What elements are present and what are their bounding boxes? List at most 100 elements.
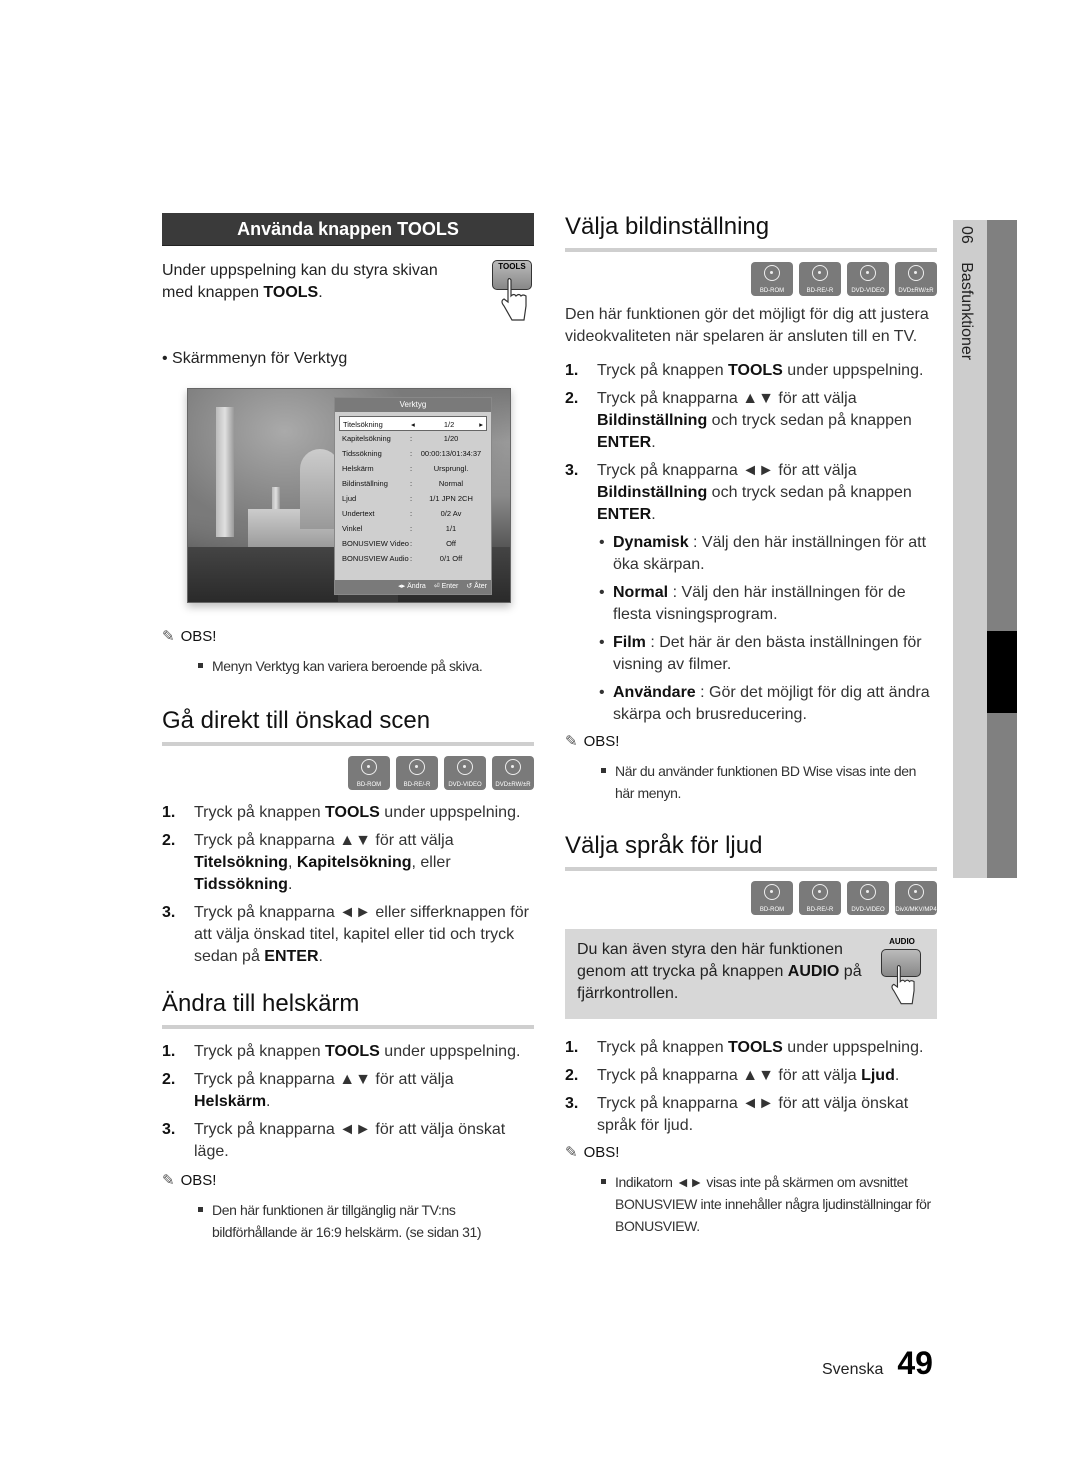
- pencil-icon: ✎: [565, 1144, 578, 1161]
- tools-menu-title: Verktyg: [335, 398, 491, 412]
- audio-info-box: Du kan även styra den här funktionen gen…: [565, 929, 937, 1019]
- disc-type-label: BD-RE/-R: [806, 288, 834, 294]
- menu-row-sep: ◂: [411, 420, 415, 429]
- menu-row-value: Normal: [438, 479, 464, 488]
- picture-option: Film : Det här är den bästa inställninge…: [597, 632, 937, 676]
- menu-row-sep: :: [410, 554, 413, 563]
- tools-menu-row: Kapitelsökning: 1/20: [339, 431, 487, 446]
- tools-menu-row: Vinkel: 1/1: [339, 521, 487, 536]
- step-text: Tryck på knapparna ◄► eller sifferknappe…: [194, 904, 529, 965]
- step-item: 1. Tryck på knappen TOOLS under uppspelni…: [565, 360, 937, 382]
- step-text: Tryck på knapparna ▲▼ för att välja Tite…: [194, 832, 454, 893]
- disc-type-icon: BD-ROM: [751, 262, 793, 296]
- menu-row-sep: :: [410, 539, 413, 548]
- disc-type-icon: BD-RE/-R: [799, 262, 841, 296]
- tools-intro-text: Under uppspelning kan du styra skivan me…: [162, 262, 438, 301]
- step-text: Tryck på knappen TOOLS under uppspelning…: [597, 362, 924, 379]
- footer-language: Svenska: [822, 1361, 884, 1378]
- tools-screen-image: Verktyg Titelsökning ◂ 1/2 ▸ Kapitelsökning:…: [187, 388, 511, 603]
- scene-section-title: Gå direkt till önskad scen: [162, 707, 534, 746]
- scene-steps: 1. Tryck på knappen TOOLS under uppspelni…: [162, 802, 534, 968]
- disc-type-label: BD-RE/-R: [806, 907, 834, 913]
- step-number: 3.: [162, 1121, 176, 1138]
- menu-row-key: Titelsökning: [343, 420, 383, 429]
- step-number: 1.: [565, 1039, 579, 1056]
- step-text: Tryck på knapparna ▲▼ för att välja Hels…: [194, 1071, 454, 1110]
- disc-type-icon: BD-RE/-R: [396, 756, 438, 790]
- tools-menu-row: Helskärm: Ursprungl.: [339, 461, 487, 476]
- step-text: Tryck på knappen TOOLS under uppspelning…: [597, 1039, 924, 1056]
- fullscreen-steps: 1. Tryck på knappen TOOLS under uppspelni…: [162, 1041, 534, 1163]
- menu-row-value: 1/20: [443, 434, 459, 443]
- hand-pointer-icon: [501, 278, 527, 321]
- tools-menu-footer: ◂▸ Ändra ⏎ Enter ↺ Åter: [335, 580, 491, 594]
- disc-icon: [764, 884, 780, 900]
- step-text: Tryck på knappen TOOLS under uppspelning…: [194, 1043, 521, 1060]
- picture-option: Användare : Gör det möjligt för dig att …: [597, 682, 937, 726]
- step-number: 3.: [162, 904, 176, 921]
- menu-row-key: BONUSVIEW Video: [342, 539, 409, 548]
- minaret: [216, 407, 234, 537]
- chapter-number: 06: [958, 226, 975, 244]
- picture-obs-note: När du använder funktionen BD Wise visas…: [601, 760, 937, 804]
- menu-row-sep: :: [410, 524, 413, 533]
- step-number: 3.: [565, 1095, 579, 1112]
- menu-row-value: 0/2 Av: [440, 509, 462, 518]
- picture-option: Normal : Välj den här inställningen för …: [597, 582, 937, 626]
- disc-type-label: DVD±RW/±R: [898, 288, 934, 294]
- scene-disc-icons: BD-ROM BD-RE/-R DVD-VIDEO DVD±RW/±R: [162, 756, 534, 790]
- tools-menu-row: Titelsökning ◂ 1/2 ▸: [339, 416, 487, 431]
- disc-type-label: DVD±RW/±R: [495, 782, 531, 788]
- tools-bullet: Skärmmenyn för Verktyg: [162, 350, 534, 368]
- chapter-position-marker: [987, 631, 1017, 713]
- disc-icon: [812, 884, 828, 900]
- menu-row-value: 1/1 JPN 2CH: [429, 494, 473, 503]
- tools-obs-heading: ✎ OBS!: [162, 627, 217, 646]
- step-item: 1. Tryck på knappen TOOLS under uppspelni…: [162, 802, 534, 824]
- step-item: 1. Tryck på knappen TOOLS under uppspelni…: [162, 1041, 534, 1063]
- fullscreen-section-title: Ändra till helskärm: [162, 990, 534, 1029]
- pencil-icon: ✎: [162, 628, 175, 645]
- menu-row-arrow: ▸: [479, 420, 483, 429]
- menu-row-value: Ursprungl.: [433, 464, 469, 473]
- step-number: 3.: [565, 462, 579, 479]
- audio-remote-button-icon: AUDIO: [879, 937, 925, 1009]
- step-item: 2. Tryck på knapparna ▲▼ för att välja Ti…: [162, 830, 534, 896]
- fullscreen-obs-note: Den här funktionen är tillgänglig när TV…: [198, 1199, 534, 1243]
- disc-icon: [457, 759, 473, 775]
- menu-row-key: BONUSVIEW Audio: [342, 554, 409, 563]
- disc-type-label: DivX/MKV/MP4: [895, 907, 937, 913]
- menu-row-sep: :: [410, 479, 413, 488]
- tools-menu-row: Undertext: 0/2 Av: [339, 506, 487, 521]
- picture-options: Dynamisk : Välj den här inställningen fö…: [597, 532, 937, 726]
- menu-row-key: Ljud: [342, 494, 357, 503]
- menu-row-key: Kapitelsökning: [342, 434, 391, 443]
- fullscreen-obs-heading: ✎ OBS!: [162, 1171, 217, 1190]
- disc-icon: [505, 759, 521, 775]
- audio-section-title: Välja språk för ljud: [565, 832, 937, 871]
- disc-type-icon: BD-ROM: [348, 756, 390, 790]
- disc-type-label: BD-ROM: [759, 907, 785, 913]
- picture-obs-heading: ✎ OBS!: [565, 732, 620, 751]
- step-number: 2.: [565, 390, 579, 407]
- disc-icon: [908, 265, 924, 281]
- step-item: 3. Tryck på knapparna ◄► för att välja Bi…: [565, 460, 937, 526]
- step-number: 2.: [162, 832, 176, 849]
- menu-row-key: Undertext: [342, 509, 375, 518]
- audio-steps: 1. Tryck på knappen TOOLS under uppspelni…: [565, 1037, 937, 1137]
- disc-icon: [860, 884, 876, 900]
- chapter-label: 06 Basfunktioner: [957, 226, 975, 360]
- step-item: 2. Tryck på knapparna ▲▼ för att välja Bi…: [565, 388, 937, 454]
- hand-pointer-icon: [891, 965, 915, 1005]
- menu-row-value: 0/1 Off: [439, 554, 463, 563]
- menu-row-key: Bildinställning: [342, 479, 388, 488]
- tools-intro: Under uppspelning kan du styra skivan me…: [162, 260, 534, 330]
- pencil-icon: ✎: [162, 1172, 175, 1189]
- page-number: 49: [897, 1345, 933, 1381]
- step-number: 1.: [565, 362, 579, 379]
- menu-row-value: 1/2: [443, 420, 455, 429]
- tools-menu-rows: Titelsökning ◂ 1/2 ▸ Kapitelsökning: 1/20 Tids…: [335, 412, 491, 566]
- chapter-title: Basfunktioner: [958, 262, 975, 361]
- step-text: Tryck på knapparna ◄► för att välja önsk…: [194, 1121, 506, 1160]
- menu-row-value: 00:00:13/01:34:37: [420, 449, 482, 458]
